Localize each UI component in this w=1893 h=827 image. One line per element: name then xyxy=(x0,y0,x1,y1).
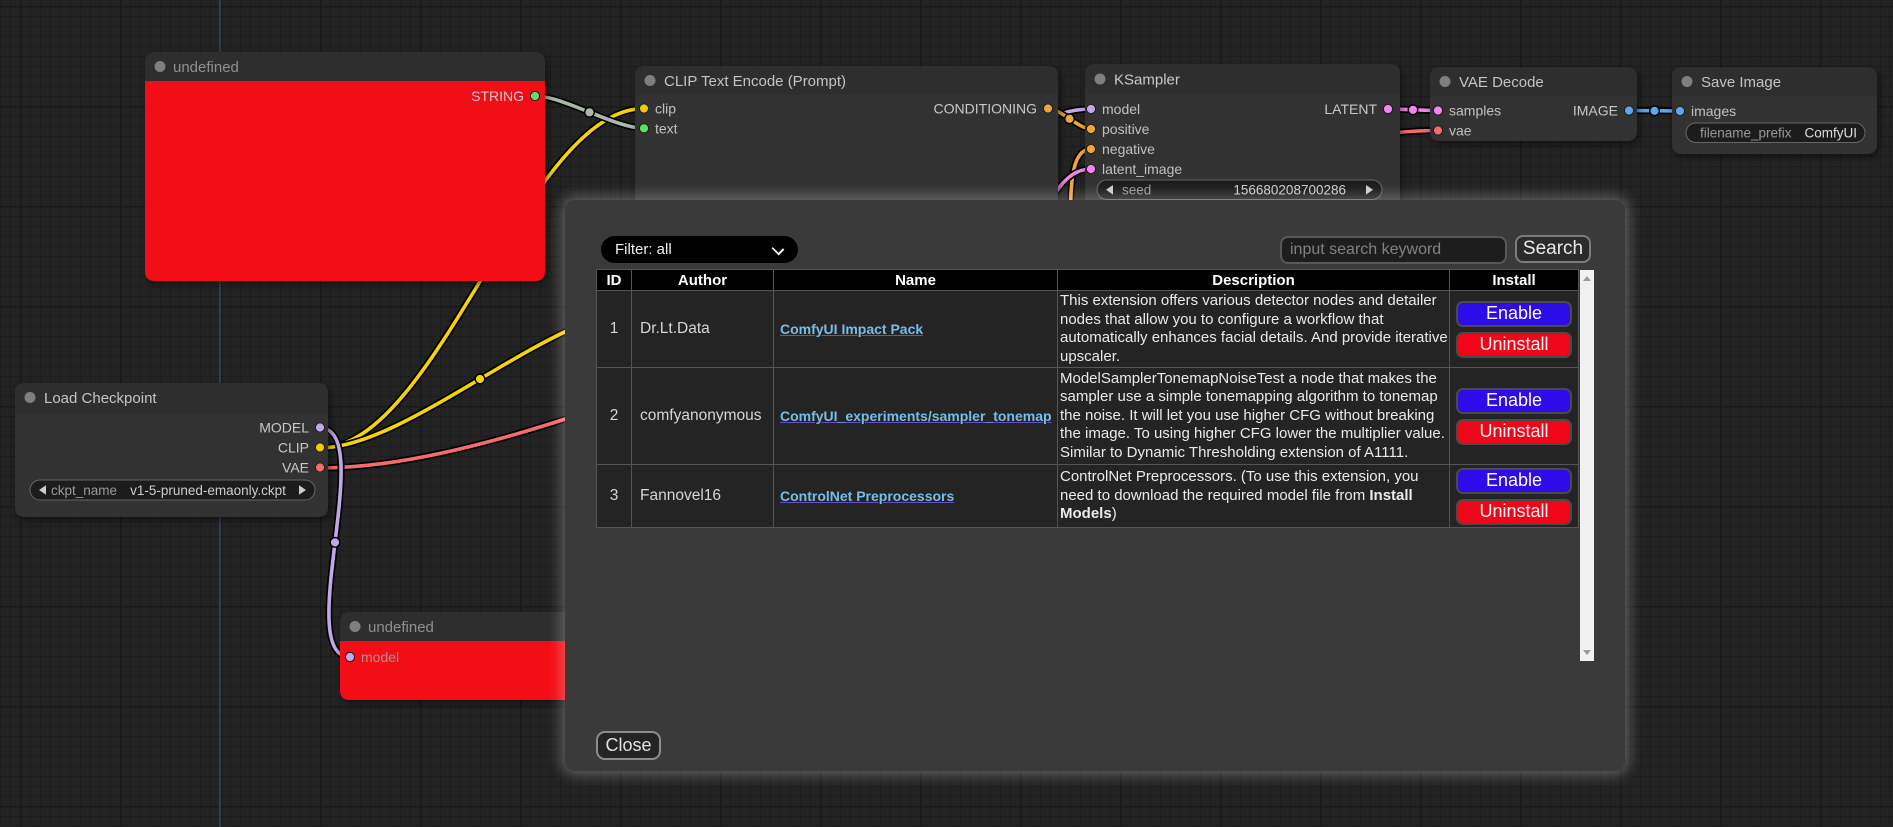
svg-text:LATENT: LATENT xyxy=(1324,101,1377,117)
svg-text:STRING: STRING xyxy=(471,88,524,104)
svg-text:latent_image: latent_image xyxy=(1102,161,1182,177)
svg-text:IMAGE: IMAGE xyxy=(1573,103,1618,119)
svg-text:ComfyUI: ComfyUI xyxy=(1804,126,1857,141)
svg-text:CLIP Text Encode (Prompt): CLIP Text Encode (Prompt) xyxy=(664,73,846,90)
svg-text:filename_prefix: filename_prefix xyxy=(1700,126,1792,141)
svg-text:Load Checkpoint: Load Checkpoint xyxy=(44,390,157,407)
svg-text:undefined: undefined xyxy=(173,59,239,76)
svg-text:model: model xyxy=(361,649,399,665)
svg-text:negative: negative xyxy=(1102,141,1155,157)
svg-text:CONDITIONING: CONDITIONING xyxy=(934,101,1037,117)
svg-text:model: model xyxy=(1102,101,1140,117)
svg-text:MODEL: MODEL xyxy=(259,420,309,436)
svg-text:156680208700286: 156680208700286 xyxy=(1233,183,1346,198)
svg-text:undefined: undefined xyxy=(368,619,434,636)
svg-text:VAE Decode: VAE Decode xyxy=(1459,74,1544,91)
svg-text:seed: seed xyxy=(1122,183,1151,198)
svg-text:VAE: VAE xyxy=(282,460,309,476)
svg-text:ckpt_name: ckpt_name xyxy=(51,483,117,498)
svg-text:clip: clip xyxy=(655,101,676,117)
svg-text:CLIP: CLIP xyxy=(278,440,309,456)
svg-text:Save Image: Save Image xyxy=(1701,74,1781,91)
svg-text:text: text xyxy=(655,121,678,137)
svg-text:vae: vae xyxy=(1449,123,1472,139)
svg-text:positive: positive xyxy=(1102,121,1150,137)
svg-text:images: images xyxy=(1691,103,1736,119)
svg-text:samples: samples xyxy=(1449,103,1501,119)
svg-text:KSampler: KSampler xyxy=(1114,72,1180,89)
svg-text:v1-5-pruned-emaonly.ckpt: v1-5-pruned-emaonly.ckpt xyxy=(130,483,286,498)
